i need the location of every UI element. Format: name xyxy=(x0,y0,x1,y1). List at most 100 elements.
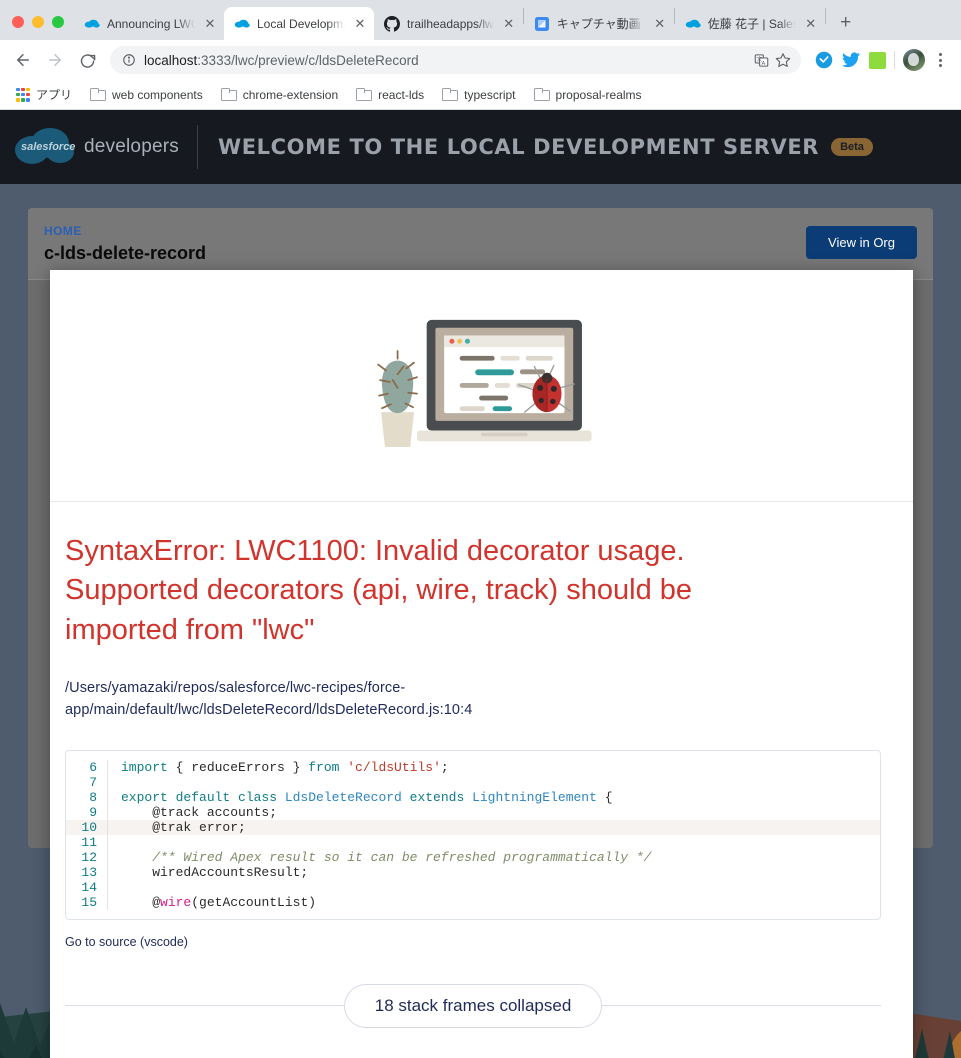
laptop-with-bug-illustration xyxy=(351,310,613,461)
page-viewport: salesforce developers WELCOME TO THE LOC… xyxy=(0,110,961,1058)
welcome-title: WELCOME TO THE LOCAL DEVELOPMENT SERVER … xyxy=(198,135,873,159)
green-square-extension-icon[interactable] xyxy=(869,51,886,69)
code-token: @track accounts; xyxy=(121,804,278,820)
code-token: import xyxy=(121,759,176,775)
minimize-window-button[interactable] xyxy=(32,16,44,28)
code-line-source xyxy=(108,835,121,850)
forward-button[interactable] xyxy=(40,45,70,75)
code-line-number: 6 xyxy=(66,759,108,775)
bookmark-proposal-realms[interactable]: proposal-realms xyxy=(528,85,650,105)
expand-stack-frames-button[interactable]: 18 stack frames collapsed xyxy=(343,983,603,1028)
close-icon[interactable]: ✕ xyxy=(501,16,517,32)
quicktime-icon xyxy=(534,16,550,32)
code-token: LdsDeleteRecord xyxy=(284,789,410,805)
close-icon[interactable]: ✕ xyxy=(352,16,368,32)
code-line-number: 14 xyxy=(66,879,108,895)
bookmark-typescript-label: typescript xyxy=(464,87,516,102)
info-circle-icon[interactable] xyxy=(122,53,136,67)
salesforce-cloud-icon xyxy=(685,16,701,32)
view-in-org-button[interactable]: View in Org xyxy=(806,226,917,259)
browser-tab-1-title: Local Developme xyxy=(257,16,345,31)
code-line-number: 15 xyxy=(66,894,108,910)
bookmark-web-components[interactable]: web components xyxy=(84,85,211,105)
code-line-source: wiredAccountsResult; xyxy=(108,865,308,880)
code-line: 13 wiredAccountsResult; xyxy=(66,864,880,880)
url-path: :3333/lwc/preview/c/ldsDeleteRecord xyxy=(197,52,419,68)
star-icon[interactable] xyxy=(775,52,791,68)
divider-left xyxy=(65,1005,344,1007)
bookmark-web-components-label: web components xyxy=(112,87,203,102)
code-token: @ xyxy=(121,894,161,910)
reload-button[interactable] xyxy=(72,45,102,75)
bookmark-proposal-realms-label: proposal-realms xyxy=(555,87,642,102)
code-line: 8 export default class LdsDeleteRecord ex… xyxy=(66,789,880,805)
new-tab-button[interactable]: + xyxy=(832,9,860,37)
github-icon xyxy=(384,15,400,32)
code-top-padding xyxy=(66,751,880,760)
error-illustration-area xyxy=(50,270,913,502)
salesforce-developers-logo[interactable]: salesforce developers xyxy=(14,126,197,168)
salesforce-cloud-logo-icon: salesforce xyxy=(14,126,76,168)
browser-tab-4[interactable]: 佐藤 花子 | Salesf ✕ xyxy=(675,7,825,40)
folder-icon xyxy=(533,88,550,101)
code-token: { xyxy=(604,789,613,805)
code-snippet: 6 import { reduceErrors } from 'c/ldsUtil… xyxy=(65,749,881,920)
salesforce-cloud-icon xyxy=(234,16,250,32)
apps-grid-icon xyxy=(16,87,30,102)
close-icon[interactable]: ✕ xyxy=(652,16,668,32)
browser-tab-0[interactable]: Announcing LWC ✕ xyxy=(74,7,224,40)
twitter-extension-icon[interactable] xyxy=(842,52,860,68)
address-bar[interactable]: localhost:3333/lwc/preview/c/ldsDeleteRe… xyxy=(110,46,801,74)
code-token: ; xyxy=(440,759,449,775)
address-bar-url: localhost:3333/lwc/preview/c/ldsDeleteRe… xyxy=(144,53,419,68)
go-to-source-link[interactable]: Go to source (vscode) xyxy=(65,935,188,949)
code-token: export default class xyxy=(121,789,285,805)
bookmark-chrome-extension[interactable]: chrome-extension xyxy=(215,85,346,105)
svg-text:salesforce: salesforce xyxy=(21,141,75,153)
code-line-number: 9 xyxy=(66,804,108,820)
folder-icon xyxy=(90,88,107,101)
divider-right xyxy=(602,1005,882,1007)
url-host: localhost xyxy=(144,52,198,68)
developers-label: developers xyxy=(84,136,179,157)
code-line-number: 8 xyxy=(66,789,108,805)
avatar[interactable] xyxy=(903,49,925,71)
pocket-extension-icon[interactable] xyxy=(815,51,833,69)
chrome-browser-window: Announcing LWC ✕ Local Developme ✕ trail… xyxy=(0,0,961,1058)
extension-icons xyxy=(809,51,886,69)
error-title: SyntaxError: LWC1100: Invalid decorator … xyxy=(65,535,693,646)
code-line: 6 import { reduceErrors } from 'c/ldsUtil… xyxy=(66,759,880,775)
code-line-number: 13 xyxy=(66,864,108,880)
code-line-number: 10 xyxy=(66,819,108,835)
code-line: 9 @track accounts; xyxy=(66,804,880,820)
kebab-menu-icon[interactable] xyxy=(927,53,953,67)
code-bottom-padding xyxy=(66,910,880,919)
browser-tab-1[interactable]: Local Developme ✕ xyxy=(224,7,374,40)
salesforce-cloud-icon xyxy=(84,16,100,32)
bookmark-chrome-extension-label: chrome-extension xyxy=(242,87,339,102)
code-line: 11 xyxy=(66,834,880,850)
breadcrumb[interactable]: HOME xyxy=(44,224,917,238)
code-token: 'c/ldsUtils' xyxy=(347,759,441,775)
error-overlay-scroll-area[interactable]: SyntaxError: LWC1100: Invalid decorator … xyxy=(50,502,913,1058)
back-button[interactable] xyxy=(8,45,38,75)
close-icon[interactable]: ✕ xyxy=(202,16,218,32)
translate-icon[interactable]: 文A xyxy=(754,53,769,68)
local-dev-header: salesforce developers WELCOME TO THE LOC… xyxy=(0,110,961,184)
code-line-number: 11 xyxy=(66,834,108,850)
bookmark-typescript[interactable]: typescript xyxy=(436,85,523,105)
browser-toolbar: localhost:3333/lwc/preview/c/ldsDeleteRe… xyxy=(0,40,961,80)
close-icon[interactable]: ✕ xyxy=(803,16,819,32)
browser-tab-3-title: キャプチャ動画 - 2 xyxy=(556,17,645,31)
svg-text:A: A xyxy=(762,60,766,66)
maximize-window-button[interactable] xyxy=(52,16,64,28)
bookmark-react-lds[interactable]: react-lds xyxy=(350,85,432,105)
folder-icon xyxy=(442,88,459,101)
bookmarks-bar: アプリ web components chrome-extension reac… xyxy=(0,80,961,110)
browser-tab-2[interactable]: trailheadapps/lw ✕ xyxy=(374,7,523,40)
browser-tab-3[interactable]: キャプチャ動画 - 2 ✕ xyxy=(524,7,674,40)
close-window-button[interactable] xyxy=(12,16,24,28)
code-token: /** Wired Apex result so it can be refre… xyxy=(121,849,652,865)
window-traffic-lights xyxy=(8,16,74,40)
bookmark-apps[interactable]: アプリ xyxy=(10,83,80,106)
